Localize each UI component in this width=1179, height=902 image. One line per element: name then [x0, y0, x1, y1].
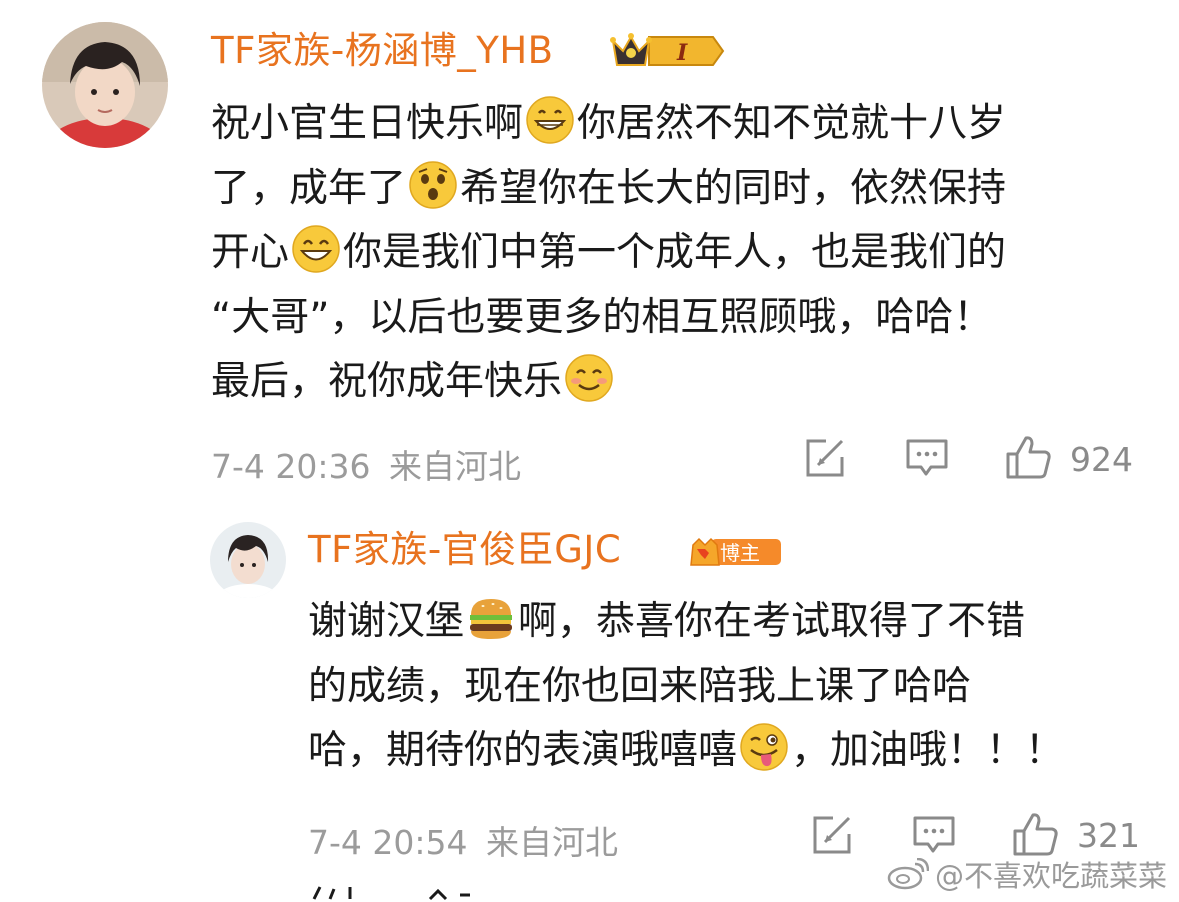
thumbs-up-icon[interactable]	[1011, 811, 1059, 857]
weibo-watermark: @不喜欢吃蔬菜菜	[887, 853, 1167, 895]
next-content-cutoff	[310, 885, 570, 902]
blush-emoji-icon	[564, 353, 614, 403]
comment-icon[interactable]	[912, 814, 956, 856]
comment-icon[interactable]	[905, 437, 949, 479]
crown-level-badge: I	[609, 29, 725, 73]
avatar-yhb[interactable]	[42, 22, 168, 148]
reply-line: 哈，期待你的表演哦嘻嘻 ，加油哦！！！	[308, 719, 1138, 784]
comment-line: 祝小官生日快乐啊 你居然不知不觉就十八岁	[211, 92, 1131, 157]
share-icon[interactable]	[811, 814, 853, 856]
badge-level-text: I	[676, 40, 688, 66]
reply-line: 谢谢汉堡 啊，恭喜你在考试取得了不错	[308, 590, 1138, 655]
reply-line: 的成绩，现在你也回来陪我上课了哈哈	[308, 663, 972, 709]
grin-emoji-icon	[525, 95, 575, 145]
hamburger-emoji-icon	[466, 593, 516, 643]
reply-author-name[interactable]: TF家族-官俊臣GJC	[308, 528, 621, 572]
blogger-badge-label: 博主	[720, 541, 760, 565]
avatar-gjc[interactable]	[210, 522, 286, 598]
comment-timestamp-location: 7-4 20:36 来自河北	[211, 440, 521, 488]
winking-tongue-emoji-icon	[739, 722, 789, 772]
comment-line: 最后，祝你成年快乐	[211, 350, 1131, 415]
smile-emoji-icon	[291, 224, 341, 274]
watermark-text: @不喜欢吃蔬菜菜	[934, 859, 1167, 893]
thumbs-up-icon[interactable]	[1004, 434, 1052, 480]
comment-location: 来自河北	[389, 447, 521, 486]
astonished-emoji-icon	[408, 160, 458, 210]
reply-like-count: 321	[1077, 816, 1140, 855]
comment-body: 祝小官生日快乐啊 你居然不知不觉就十八岁 了，成年了 希望你在长大的同时，依然保持 …	[211, 92, 1131, 415]
comment-line: “大哥”，以后也要更多的相互照顾哦，哈哈！	[211, 294, 993, 340]
reply-timestamp-location: 7-4 20:54 来自河北	[308, 816, 618, 864]
blogger-badge: 博主	[687, 531, 783, 571]
share-icon[interactable]	[804, 437, 846, 479]
comment-timestamp: 7-4 20:36	[211, 447, 371, 486]
comment-line: 开心 你是我们中第一个成年人，也是我们的	[211, 221, 1131, 286]
reply-location: 来自河北	[486, 823, 618, 862]
comment-line: 了，成年了 希望你在长大的同时，依然保持	[211, 157, 1131, 222]
comment-like-count: 924	[1070, 440, 1133, 479]
comment-author-name[interactable]: TF家族-杨涵博_YHB	[211, 29, 554, 73]
weibo-logo-icon	[887, 857, 930, 890]
reply-body: 谢谢汉堡 啊，恭喜你在考试取得了不错 的成绩，现在你也回来陪我上课了哈哈 哈，期待…	[308, 590, 1138, 784]
reply-timestamp: 7-4 20:54	[308, 823, 468, 862]
